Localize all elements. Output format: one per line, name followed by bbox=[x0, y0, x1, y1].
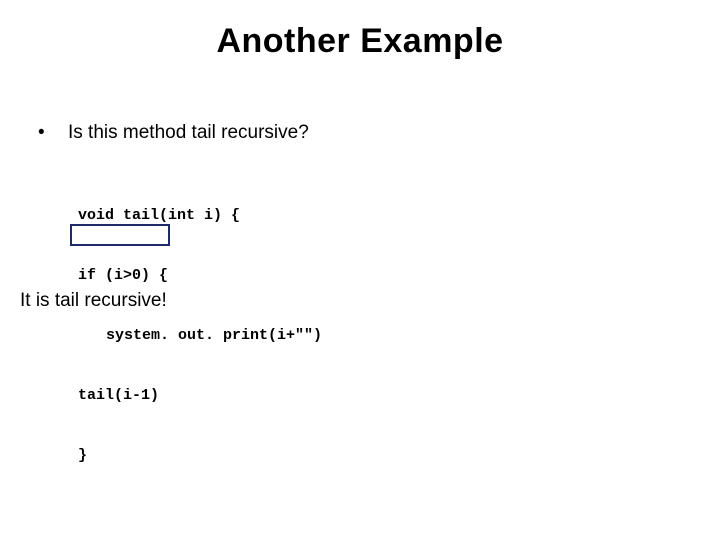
bullet-text: Is this method tail recursive? bbox=[68, 122, 309, 144]
code-line-5: } bbox=[78, 446, 322, 466]
slide-title: Another Example bbox=[0, 22, 720, 61]
code-line-3: system. out. print(i+"") bbox=[78, 326, 322, 346]
code-line-2: if (i>0) { bbox=[78, 266, 322, 286]
code-block: void tail(int i) { if (i>0) { system. ou… bbox=[78, 166, 322, 506]
code-line-1: void tail(int i) { bbox=[78, 206, 322, 226]
conclusion-text: It is tail recursive! bbox=[20, 290, 167, 312]
bullet-item: • Is this method tail recursive? bbox=[38, 122, 309, 144]
bullet-marker: • bbox=[38, 122, 68, 144]
code-line-4: tail(i-1) bbox=[78, 386, 322, 406]
highlight-box bbox=[70, 224, 170, 246]
slide: Another Example • Is this method tail re… bbox=[0, 0, 720, 540]
